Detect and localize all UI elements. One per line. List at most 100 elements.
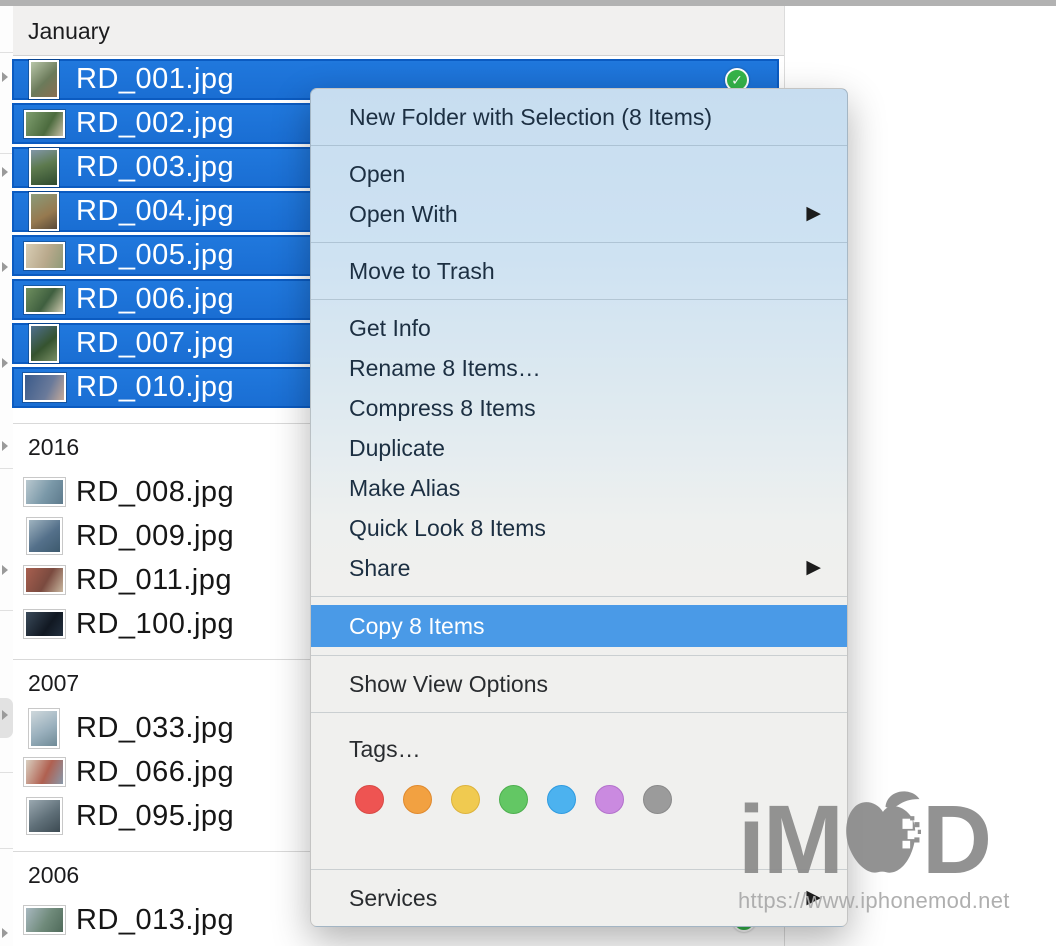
filename: RD_010.jpg <box>76 371 234 404</box>
menu-item-open[interactable]: Open <box>311 154 847 194</box>
tag-dot-red[interactable] <box>355 785 384 814</box>
disclosure-arrow-icon[interactable] <box>2 358 8 368</box>
menu-item-duplicate[interactable]: Duplicate <box>311 428 847 468</box>
menu-separator <box>311 655 847 656</box>
thumb-box <box>22 148 66 187</box>
file-thumbnail <box>29 709 59 748</box>
submenu-arrow-icon: ▶ <box>806 548 821 588</box>
submenu-arrow-icon: ▶ <box>806 194 821 234</box>
thumb-box <box>22 324 66 363</box>
menu-item-compress-8-items[interactable]: Compress 8 Items <box>311 388 847 428</box>
menu-item-move-to-trash[interactable]: Move to Trash <box>311 251 847 291</box>
menu-item-label: Make Alias <box>349 475 460 501</box>
file-thumbnail <box>24 242 65 270</box>
file-thumbnail <box>24 478 65 506</box>
gutter-divider <box>0 610 13 611</box>
menu-item-quick-look-8-items[interactable]: Quick Look 8 Items <box>311 508 847 548</box>
filename: RD_066.jpg <box>76 756 234 789</box>
tag-dot-blue[interactable] <box>547 785 576 814</box>
filename: RD_013.jpg <box>76 904 234 937</box>
watermark-text-right: D <box>922 802 990 878</box>
menu-item-label: Tags… <box>349 736 421 762</box>
menu-item-label: Services <box>349 885 437 911</box>
menu-item-label: Get Info <box>349 315 431 341</box>
tag-dot-green[interactable] <box>499 785 528 814</box>
file-thumbnail <box>23 373 66 402</box>
file-thumbnail <box>29 324 59 363</box>
file-thumbnail <box>27 798 62 834</box>
file-thumbnail <box>24 110 65 138</box>
disclosure-arrow-icon[interactable] <box>2 565 8 575</box>
watermark-text-left: iM <box>738 802 842 878</box>
file-thumbnail <box>24 286 65 314</box>
menu-separator <box>311 145 847 146</box>
file-thumbnail <box>29 192 59 231</box>
gutter-divider <box>0 468 13 469</box>
thumb-box <box>22 373 66 402</box>
gutter-divider <box>0 772 13 773</box>
tag-dot-purple[interactable] <box>595 785 624 814</box>
thumb-box <box>22 286 66 314</box>
tag-dot-orange[interactable] <box>403 785 432 814</box>
filename: RD_009.jpg <box>76 520 234 553</box>
menu-item-get-info[interactable]: Get Info <box>311 308 847 348</box>
menu-item-label: Open With <box>349 201 458 227</box>
menu-item-copy-8-items[interactable]: Copy 8 Items <box>311 605 847 647</box>
filename: RD_033.jpg <box>76 712 234 745</box>
thumb-box <box>22 610 66 638</box>
thumb-box <box>22 242 66 270</box>
filename: RD_002.jpg <box>76 107 234 140</box>
disclosure-arrow-icon[interactable] <box>2 262 8 272</box>
menu-item-show-view-options[interactable]: Show View Options <box>311 664 847 704</box>
disclosure-arrow-icon[interactable] <box>2 928 8 938</box>
menu-item-tags[interactable]: Tags… <box>311 721 847 777</box>
filename: RD_011.jpg <box>76 564 232 597</box>
menu-item-label: Quick Look 8 Items <box>349 515 546 541</box>
thumb-box <box>22 478 66 506</box>
watermark: iM D https://www.iphonemod.net <box>738 788 990 914</box>
file-thumbnail <box>24 610 65 638</box>
filename: RD_006.jpg <box>76 283 234 316</box>
menu-item-label: Move to Trash <box>349 258 495 284</box>
file-thumbnail <box>29 148 59 187</box>
thumb-box <box>22 566 66 594</box>
filename: RD_004.jpg <box>76 195 234 228</box>
menu-item-label: Duplicate <box>349 435 445 461</box>
menu-item-open-with[interactable]: Open With ▶ <box>311 194 847 234</box>
group-header: January <box>13 6 784 56</box>
filename: RD_007.jpg <box>76 327 234 360</box>
apple-logo-icon <box>843 788 921 880</box>
file-thumbnail <box>24 566 65 594</box>
menu-separator <box>311 712 847 713</box>
thumb-box <box>22 709 66 748</box>
menu-item-rename-8-items[interactable]: Rename 8 Items… <box>311 348 847 388</box>
menu-item-make-alias[interactable]: Make Alias <box>311 468 847 508</box>
file-thumbnail <box>24 906 65 934</box>
menu-item-label: New Folder with Selection (8 Items) <box>349 104 712 130</box>
thumb-box <box>22 798 66 834</box>
thumb-box <box>22 906 66 934</box>
menu-item-share[interactable]: Share▶ <box>311 548 847 588</box>
disclosure-arrow-icon[interactable] <box>2 441 8 451</box>
tag-dot-gray[interactable] <box>643 785 672 814</box>
filename: RD_008.jpg <box>76 476 234 509</box>
thumb-box <box>22 518 66 554</box>
thumb-box <box>22 758 66 786</box>
file-thumbnail <box>29 60 59 99</box>
filename: RD_003.jpg <box>76 151 234 184</box>
watermark-url: https://www.iphonemod.net <box>738 888 990 914</box>
menu-item-new-folder-with-selection-8-items[interactable]: New Folder with Selection (8 Items) <box>311 97 847 137</box>
gutter-divider <box>0 52 13 53</box>
watermark-logo: iM D <box>738 788 990 878</box>
tag-dot-yellow[interactable] <box>451 785 480 814</box>
gutter-divider <box>0 848 13 849</box>
disclosure-arrow-icon[interactable] <box>2 72 8 82</box>
menu-item-label: Show View Options <box>349 671 548 697</box>
menu-item-label: Rename 8 Items… <box>349 355 541 381</box>
menu-item-label: Copy 8 Items <box>349 613 485 639</box>
file-thumbnail <box>24 758 65 786</box>
disclosure-arrow-icon[interactable] <box>2 167 8 177</box>
disclosure-arrow-icon[interactable] <box>2 710 8 720</box>
menu-item-label: Compress 8 Items <box>349 395 536 421</box>
menu-separator <box>311 299 847 300</box>
